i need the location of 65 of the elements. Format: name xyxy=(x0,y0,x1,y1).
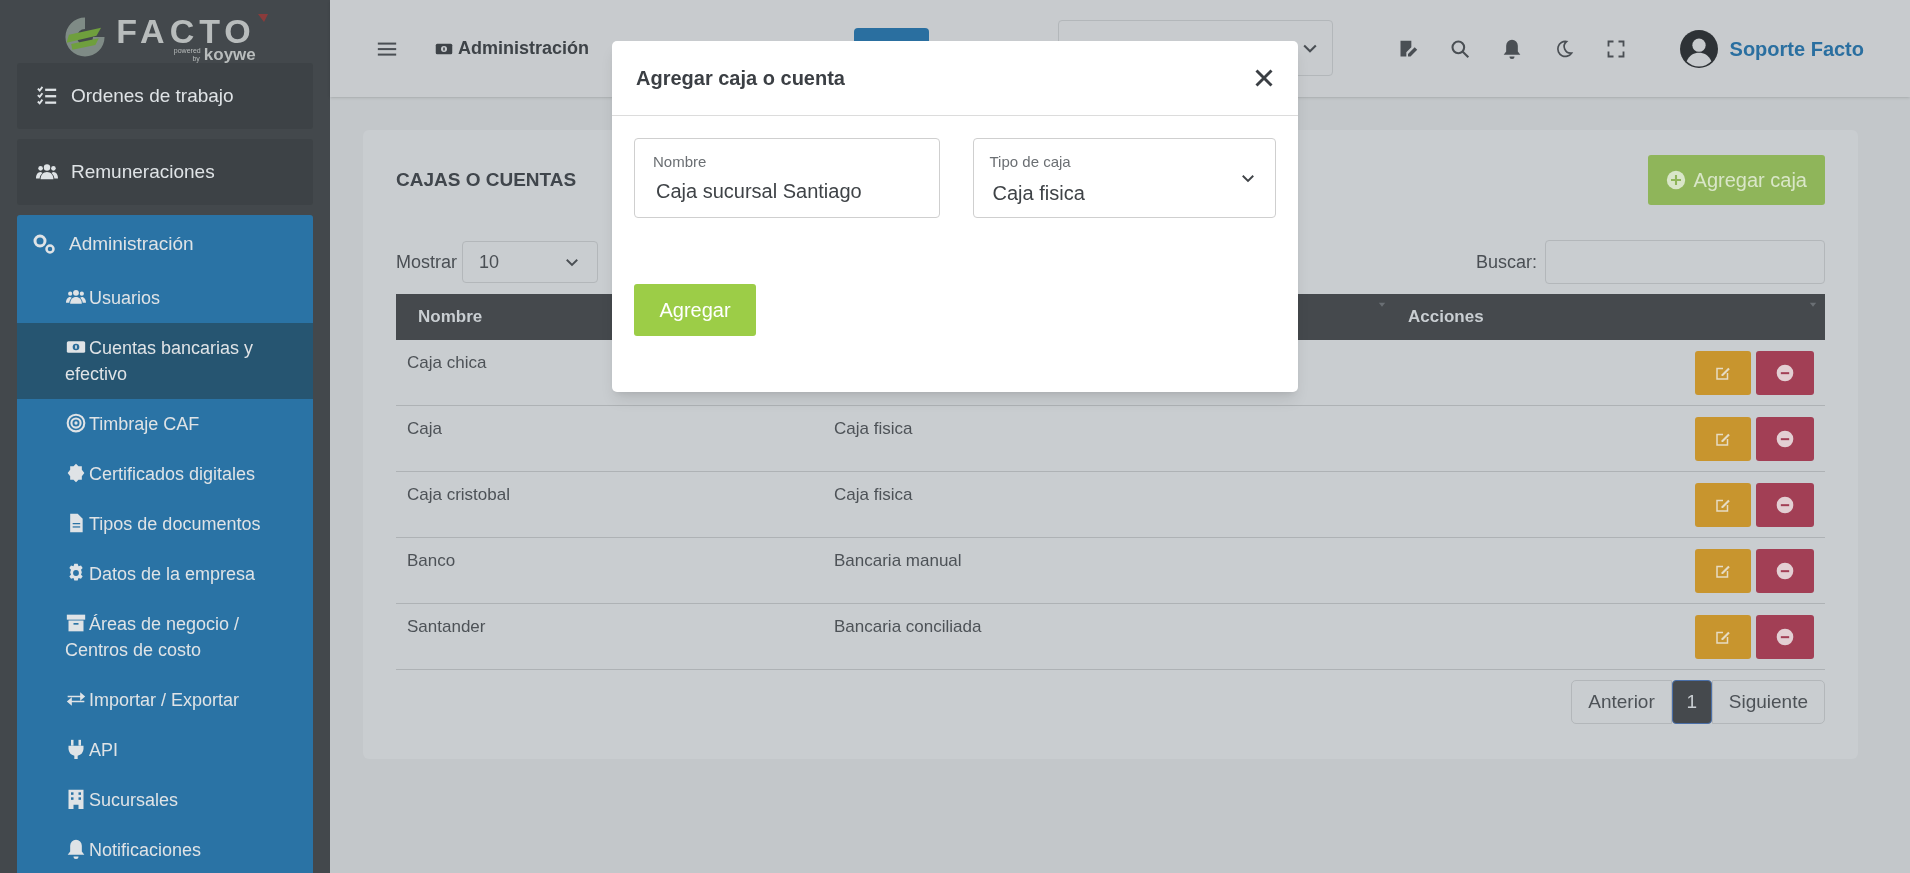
minus-circle-icon xyxy=(1775,495,1795,515)
delete-button[interactable] xyxy=(1756,417,1814,461)
submenu-item[interactable]: Usuarios xyxy=(17,273,313,323)
table-cell: Caja fisica xyxy=(823,472,1394,538)
page-button[interactable]: 1 xyxy=(1671,680,1712,724)
bell-icon xyxy=(65,839,87,859)
search-label: Buscar: xyxy=(1475,250,1537,274)
submenu-item[interactable]: Áreas de negocio / Centros de costo xyxy=(17,599,313,675)
sidebar-item[interactable]: Administración xyxy=(17,215,313,273)
user-name[interactable]: Soporte Facto xyxy=(1729,33,1864,64)
field-label: Nombre xyxy=(653,152,708,172)
logo-text: FACTO xyxy=(116,14,256,48)
submenu-item[interactable]: Certificados digitales xyxy=(17,449,313,499)
table-cell: Caja fisica xyxy=(823,406,1394,472)
dialog-title: Agregar caja o cuenta xyxy=(636,66,845,91)
table-cell: Bancaria conciliada xyxy=(823,604,1394,670)
table-cell: Caja cristobal xyxy=(396,472,823,538)
submenu-item[interactable]: Timbraje CAF xyxy=(17,399,313,449)
table-cell: Caja xyxy=(396,406,823,472)
column-header[interactable]: Acciones xyxy=(1394,294,1825,340)
users-icon xyxy=(65,287,87,307)
gears-icon xyxy=(31,232,57,256)
submenu-item[interactable]: Sucursales xyxy=(17,775,313,825)
table-cell: Banco xyxy=(396,538,823,604)
submenu-item[interactable]: Tipos de documentos xyxy=(17,499,313,549)
previous-button[interactable]: Anterior xyxy=(1571,680,1672,724)
field-label: Tipo de caja xyxy=(989,152,1072,172)
sidebar-item[interactable]: Ordenes de trabajo xyxy=(17,63,313,129)
sidebar-item[interactable]: Remuneraciones xyxy=(17,139,313,205)
field-value: Caja fisica xyxy=(992,180,1085,206)
bell-icon[interactable] xyxy=(1501,37,1522,60)
avatar-icon[interactable] xyxy=(1679,29,1718,68)
delete-button[interactable] xyxy=(1756,615,1814,659)
card-title: CAJAS O CUENTAS xyxy=(396,167,577,192)
seal-icon xyxy=(65,463,87,483)
logo-brand: koywe xyxy=(203,46,256,63)
target-icon xyxy=(65,413,87,433)
table-cell: Santander xyxy=(396,604,823,670)
submenu-item[interactable]: Notificaciones xyxy=(17,825,313,873)
delete-button[interactable] xyxy=(1756,351,1814,395)
table-cell: Bancaria manual xyxy=(823,538,1394,604)
page-size-select[interactable]: 10 xyxy=(462,241,598,283)
fullscreen-icon[interactable] xyxy=(1605,38,1626,59)
delete-button[interactable] xyxy=(1756,483,1814,527)
archive-box-icon xyxy=(65,613,87,633)
minus-circle-icon xyxy=(1775,561,1795,581)
show-label: Mostrar xyxy=(396,250,457,274)
submenu-item[interactable]: Importar / Exportar xyxy=(17,675,313,725)
submenu-item[interactable]: API xyxy=(17,725,313,775)
type-select[interactable]: Tipo de caja Caja fisica xyxy=(972,138,1276,218)
breadcrumb-text: Administración xyxy=(458,37,590,60)
plus-circle-icon xyxy=(1665,170,1686,190)
checklist-icon xyxy=(35,85,59,107)
minus-circle-icon xyxy=(1775,363,1795,383)
search-icon[interactable] xyxy=(1449,38,1470,59)
delete-button[interactable] xyxy=(1756,549,1814,593)
triangle-icon xyxy=(257,14,268,24)
minus-circle-icon xyxy=(1775,627,1795,647)
close-icon[interactable] xyxy=(1254,68,1274,88)
next-button[interactable]: Siguiente xyxy=(1711,680,1825,724)
field-value: Caja sucursal Santiago xyxy=(656,178,863,204)
submenu-item[interactable]: Cuentas bancarias y efectivo xyxy=(17,323,313,399)
submenu-item[interactable]: Datos de la empresa xyxy=(17,549,313,599)
minus-circle-icon xyxy=(1775,429,1795,449)
name-field[interactable]: Nombre Caja sucursal Santiago xyxy=(634,138,940,218)
